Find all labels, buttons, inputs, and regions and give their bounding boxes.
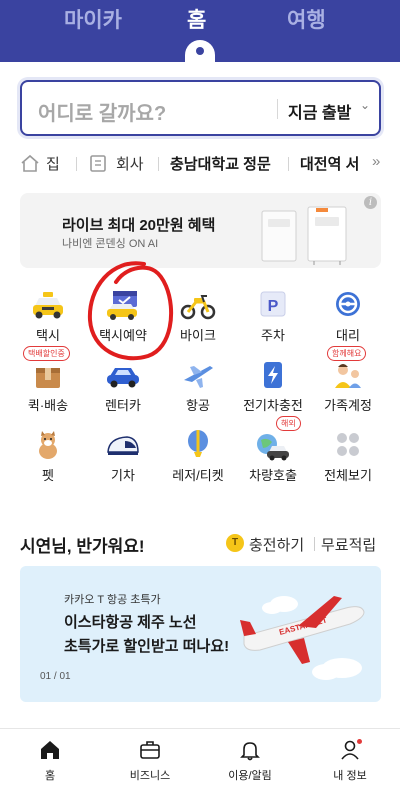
service-label: 가족계정: [324, 398, 372, 413]
service-pet[interactable]: 펫: [13, 428, 83, 488]
service-badge: 택배할인중: [23, 346, 70, 361]
train-icon: [107, 436, 139, 455]
service-badge: 함께해요: [327, 346, 367, 361]
nav-label: 홈: [44, 770, 56, 782]
pet-icon: [39, 431, 57, 459]
top-tab-bar: 마이카 홈 여행: [0, 4, 400, 36]
service-train[interactable]: 기차: [88, 428, 158, 488]
briefcase-icon: [140, 741, 160, 759]
rental-car-icon: [107, 368, 139, 388]
destination-search-box[interactable]: 어디로 갈까요? 지금 출발 ⌄: [20, 80, 381, 136]
quick-item-place-1[interactable]: 충남대학교 정문: [170, 153, 271, 174]
divider: [158, 157, 159, 171]
svg-text:P: P: [268, 298, 279, 315]
ad-subtitle: 나비엔 콘덴싱 ON AI: [62, 238, 159, 250]
nav-label: 이용/알림: [228, 770, 272, 782]
service-label: 택시예약: [99, 328, 147, 343]
quick-item-home[interactable]: 집: [46, 153, 60, 174]
service-label: 바이크: [180, 328, 216, 343]
bottom-navigation: 홈 비즈니스 이용/알림 내 정보: [0, 728, 400, 796]
ev-charge-icon: [264, 362, 282, 388]
service-label: 퀵·배송: [27, 398, 69, 413]
notification-dot: [357, 739, 362, 744]
promo-title-line-1: 이스타항공 제주 노선: [64, 614, 197, 631]
nav-label: 비즈니스: [129, 770, 171, 782]
nav-label: 내 정보: [333, 770, 367, 782]
promo-title-line-2: 초특가로 할인받고 떠나요!: [64, 638, 230, 655]
greeting-text: 시연님, 반가워요!: [20, 537, 145, 556]
service-rental-car[interactable]: 렌터카: [88, 358, 158, 418]
service-bike[interactable]: 바이크: [163, 288, 233, 348]
ad-title: 라이브 최대 20만원 혜택: [62, 217, 216, 234]
free-points-link[interactable]: 무료적립: [321, 534, 376, 555]
service-delivery[interactable]: 택배할인중 퀵·배송: [13, 346, 83, 418]
service-leisure-ticket[interactable]: 레저/티켓: [163, 428, 233, 488]
service-airplane[interactable]: 항공: [163, 358, 233, 418]
service-label: 차량호출: [249, 468, 297, 483]
service-label: 기차: [111, 468, 135, 483]
service-label: 전기차충전: [243, 398, 303, 413]
service-label: 레저/티켓: [172, 468, 224, 483]
service-label: 항공: [186, 398, 210, 413]
service-car-call[interactable]: 해외 차량호출: [238, 416, 308, 488]
service-label: 주차: [261, 328, 285, 343]
nav-usage-alerts[interactable]: 이용/알림: [210, 739, 290, 789]
quick-destinations: 집 회사 충남대학교 정문 대전역 서 »: [20, 153, 390, 177]
depart-time-button[interactable]: 지금 출발: [288, 99, 351, 123]
service-label: 대리: [336, 328, 360, 343]
promo-eyebrow: 카카오 T 항공 초특가: [64, 594, 161, 606]
taxi-icon: [33, 292, 63, 319]
boiler-product-image: [261, 206, 347, 265]
tab-travel[interactable]: 여행: [287, 4, 326, 34]
divider: [288, 157, 289, 171]
service-view-all[interactable]: 전체보기: [313, 428, 383, 488]
service-label: 펫: [42, 468, 54, 483]
service-family-account[interactable]: 함께해요 가족계정: [313, 346, 383, 418]
home-icon: [21, 154, 39, 172]
search-placeholder[interactable]: 어디로 갈까요?: [38, 97, 166, 126]
promo-card[interactable]: 카카오 T 항공 초특가 이스타항공 제주 노선 초특가로 할인받고 떠나요! …: [20, 566, 381, 702]
home-icon: [41, 741, 59, 759]
bike-icon: [180, 295, 216, 320]
active-tab-indicator: [196, 47, 204, 55]
quick-item-place-2[interactable]: 대전역 서: [300, 153, 359, 174]
t-coin-icon: T: [226, 534, 244, 552]
service-label: 전체보기: [324, 468, 372, 483]
divider: [76, 157, 77, 171]
ad-banner[interactable]: 라이브 최대 20만원 혜택 나비엔 콘덴싱 ON AI i: [20, 193, 381, 268]
service-label: 렌터카: [105, 398, 141, 413]
service-taxi[interactable]: 택시: [13, 288, 83, 348]
service-badge: 해외: [276, 416, 301, 431]
airplane-illustration: EASTAR JET: [240, 596, 365, 680]
car-call-icon: [257, 434, 289, 461]
tab-home[interactable]: 홈: [187, 4, 206, 34]
charge-link[interactable]: 충전하기: [249, 534, 304, 555]
parking-icon: P: [260, 291, 286, 317]
delivery-icon: [36, 368, 60, 388]
airplane-icon: [184, 366, 213, 388]
nav-business[interactable]: 비즈니스: [110, 739, 190, 789]
more-destinations-button[interactable]: »: [368, 153, 381, 170]
taxi-reservation-icon: [107, 291, 137, 320]
divider: [314, 537, 315, 551]
family-account-icon: [335, 364, 361, 388]
search-divider: [277, 99, 278, 119]
tab-mycar[interactable]: 마이카: [64, 4, 122, 34]
service-designated-driver[interactable]: 대리: [313, 288, 383, 348]
leisure-ticket-icon: [188, 430, 208, 457]
chevron-down-icon[interactable]: ⌄: [360, 98, 370, 112]
service-ev-charge[interactable]: 전기차충전: [238, 358, 308, 418]
info-icon[interactable]: i: [364, 196, 377, 209]
promo-page-indicator: 01 / 01: [40, 671, 71, 682]
building-icon: [90, 155, 106, 172]
designated-driver-icon: [336, 292, 360, 316]
quick-item-work[interactable]: 회사: [116, 153, 144, 174]
service-taxi-reservation[interactable]: 택시예약: [88, 288, 158, 348]
bell-icon: [240, 742, 260, 761]
nav-my-info[interactable]: 내 정보: [310, 739, 390, 789]
service-parking[interactable]: P 주차: [238, 288, 308, 348]
nav-home[interactable]: 홈: [10, 739, 90, 789]
view-all-icon: [337, 433, 359, 456]
service-label: 택시: [36, 328, 60, 343]
